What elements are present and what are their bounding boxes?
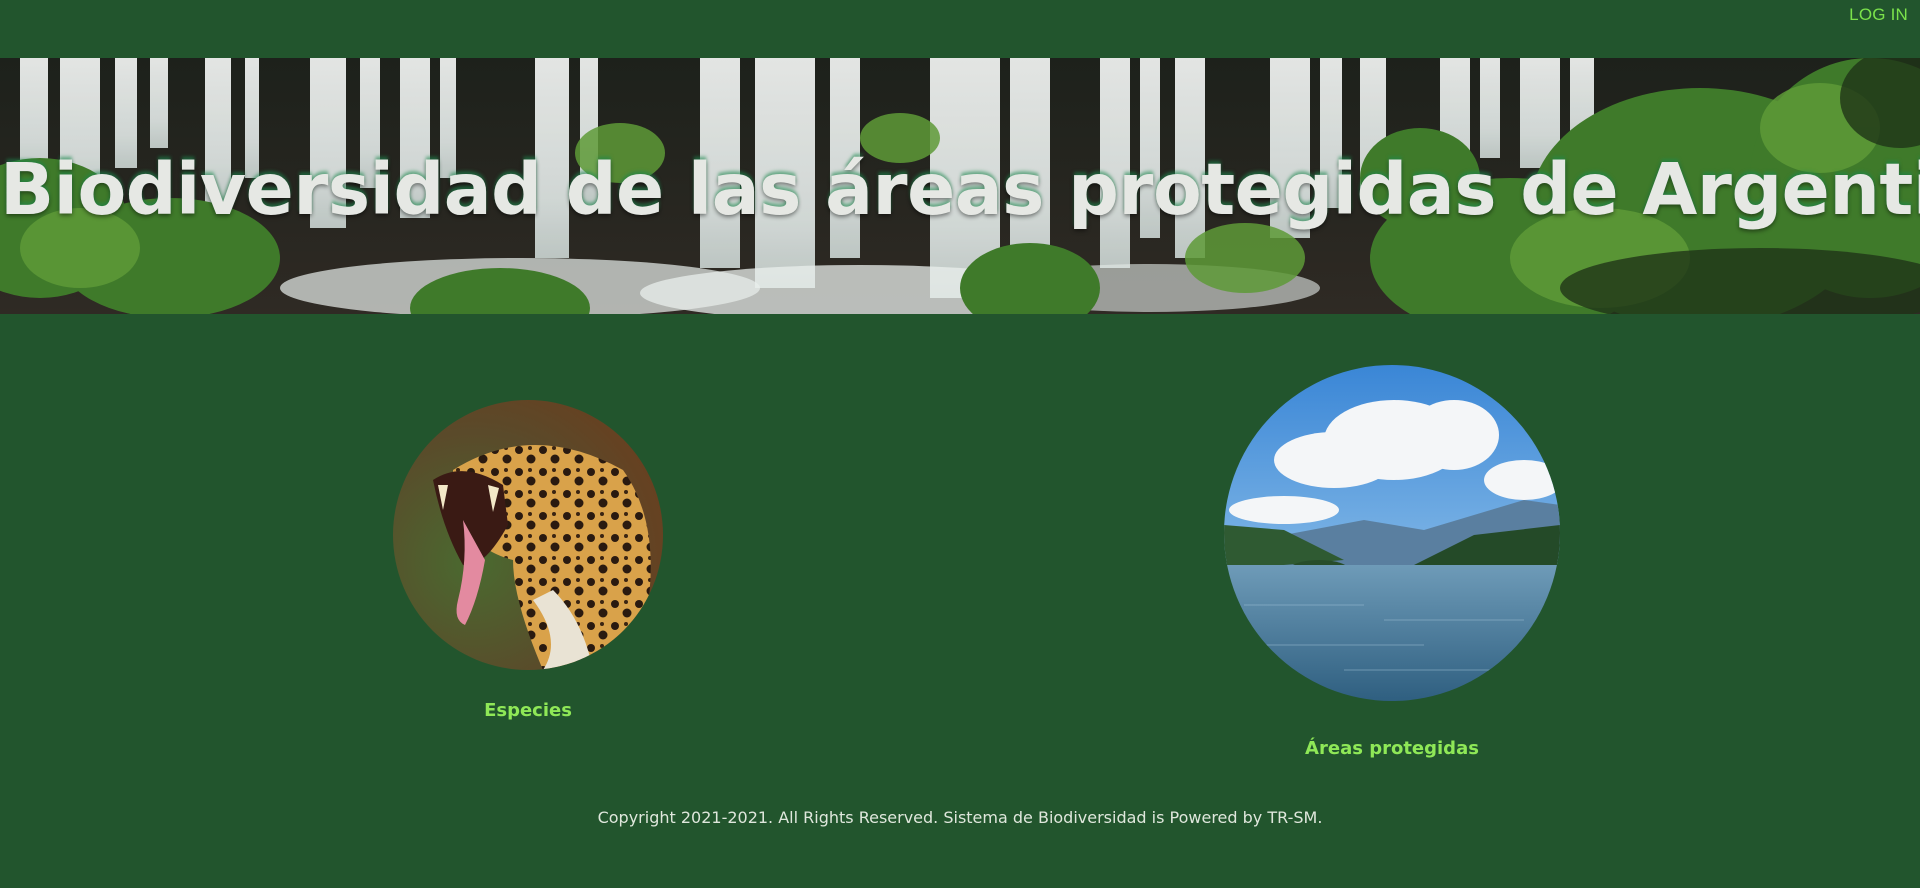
footer-copyright: Copyright 2021-2021. All Rights Reserved…: [597, 808, 1323, 827]
especies-card[interactable]: Especies: [393, 400, 663, 721]
hero-banner: Biodiversidad de las áreas protegidas de…: [0, 58, 1920, 314]
jaguar-image[interactable]: [393, 400, 663, 670]
areas-protegidas-card[interactable]: Áreas protegidas: [1224, 365, 1560, 759]
areas-protegidas-label[interactable]: Áreas protegidas: [1224, 738, 1560, 759]
login-link[interactable]: LOG IN: [1849, 5, 1908, 25]
page-title: Biodiversidad de las áreas protegidas de…: [0, 148, 1920, 231]
especies-label[interactable]: Especies: [393, 700, 663, 721]
lake-mountains-photo-icon: [1224, 365, 1560, 701]
lake-image[interactable]: [1224, 365, 1560, 701]
top-bar: LOG IN: [0, 0, 1920, 58]
jaguar-photo-icon: [393, 400, 663, 670]
